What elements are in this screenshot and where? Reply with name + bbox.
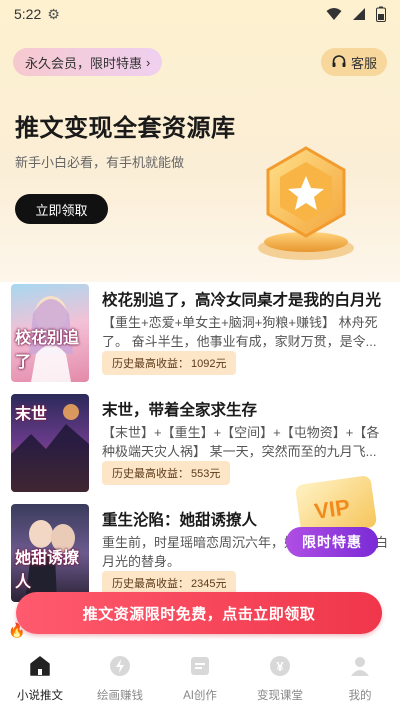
limited-offer-badge[interactable]: 限时特惠 [286, 527, 378, 557]
customer-service-button[interactable]: 客服 [320, 48, 387, 76]
signal-icon [353, 8, 365, 20]
book-card[interactable]: 校花别追了 校花别追了，高冷女同桌才是我的白月光 【重生+恋爱+单女主+脑洞+狗… [0, 282, 400, 390]
earnings-value: 2345元 [191, 578, 227, 590]
svg-text:¥: ¥ [276, 659, 284, 674]
customer-service-label: 客服 [350, 55, 377, 71]
book-cover-title: 她甜诱撩人 [15, 550, 80, 591]
tab-label: 变现课堂 [257, 690, 303, 702]
tab-novel-promo[interactable]: 小说推文 [0, 645, 80, 711]
chevron-right-icon: › [146, 54, 151, 70]
book-title: 校花别追了，高冷女同桌才是我的白月光 [102, 292, 382, 309]
page-title: 推文变现全套资源库 [15, 115, 236, 142]
gold-star-medal-icon [258, 146, 354, 260]
tab-label: 小说推文 [17, 690, 63, 702]
book-cover-image: 末世 [11, 394, 89, 492]
vip-membership-button[interactable]: 永久会员，限时特惠 › [13, 48, 163, 76]
page-subtitle: 新手小白必看，有手机就能做 [15, 155, 185, 170]
tab-drawing-earn[interactable]: 绘画赚钱 [80, 645, 160, 711]
bolt-icon [107, 653, 133, 679]
earnings-label: 历史最高收益： [112, 578, 189, 590]
book-list: 校花别追了 校花别追了，高冷女同桌才是我的白月光 【重生+恋爱+单女主+脑洞+狗… [0, 282, 400, 612]
status-bar: 5:22 ⚙ [0, 0, 400, 28]
yen-icon: ¥ [267, 653, 293, 679]
book-cover-title: 校花别追了 [15, 330, 80, 371]
book-title: 重生沦陷：她甜诱撩人 [102, 512, 258, 529]
book-title: 末世，带着全家求生存 [102, 402, 258, 419]
vip-card-text: VIP [313, 494, 352, 524]
earnings-label: 历史最高收益： [112, 468, 189, 480]
book-description: 【重生+恋爱+单女主+脑洞+狗粮+赚钱】 林舟死了。 奋斗半生，他事业有成，家财… [102, 315, 378, 349]
hero-section: 5:22 ⚙ 永久会员，限时特惠 › 客服 推文变现全套资源库 新手小白必看，有… [0, 0, 400, 282]
home-icon [27, 653, 53, 679]
book-description: 【末世】+【重生】+【空间】+【屯物资】+【各种极端天灾人祸】 某一天，突然而至… [102, 425, 380, 459]
book-cover-image: 她甜诱撩人 [11, 504, 89, 602]
book-cover-image: 校花别追了 [11, 284, 89, 382]
tab-label: AI创作 [183, 690, 217, 702]
status-time: 5:22 [14, 6, 42, 22]
tab-label: 绘画赚钱 [97, 690, 143, 702]
headset-icon [332, 55, 346, 67]
profile-icon [347, 653, 373, 679]
settings-gear-icon: ⚙ [47, 5, 60, 22]
ai-doc-icon [187, 653, 213, 679]
earnings-badge: 历史最高收益： 553元 [102, 461, 231, 485]
tab-profile[interactable]: 我的 [320, 645, 400, 711]
vip-membership-label: 永久会员，限时特惠 [25, 55, 143, 71]
tab-label: 我的 [348, 690, 372, 702]
status-icons [326, 6, 386, 22]
earnings-value: 553元 [191, 468, 221, 480]
battery-icon [376, 6, 386, 22]
wifi-icon [326, 8, 342, 20]
bottom-tab-bar: 小说推文 绘画赚钱 AI创作 ¥ 变现课堂 我的 [0, 645, 400, 711]
promo-banner-button[interactable]: 推文资源限时免费，点击立即领取 [16, 592, 382, 634]
earnings-badge: 历史最高收益： 1092元 [102, 351, 237, 375]
tab-monetize-class[interactable]: ¥ 变现课堂 [240, 645, 320, 711]
earnings-value: 1092元 [191, 358, 227, 370]
book-cover-title: 末世 [15, 406, 48, 423]
earnings-label: 历史最高收益： [112, 358, 189, 370]
claim-now-button[interactable]: 立即领取 [15, 194, 108, 224]
tab-ai-create[interactable]: AI创作 [160, 645, 240, 711]
